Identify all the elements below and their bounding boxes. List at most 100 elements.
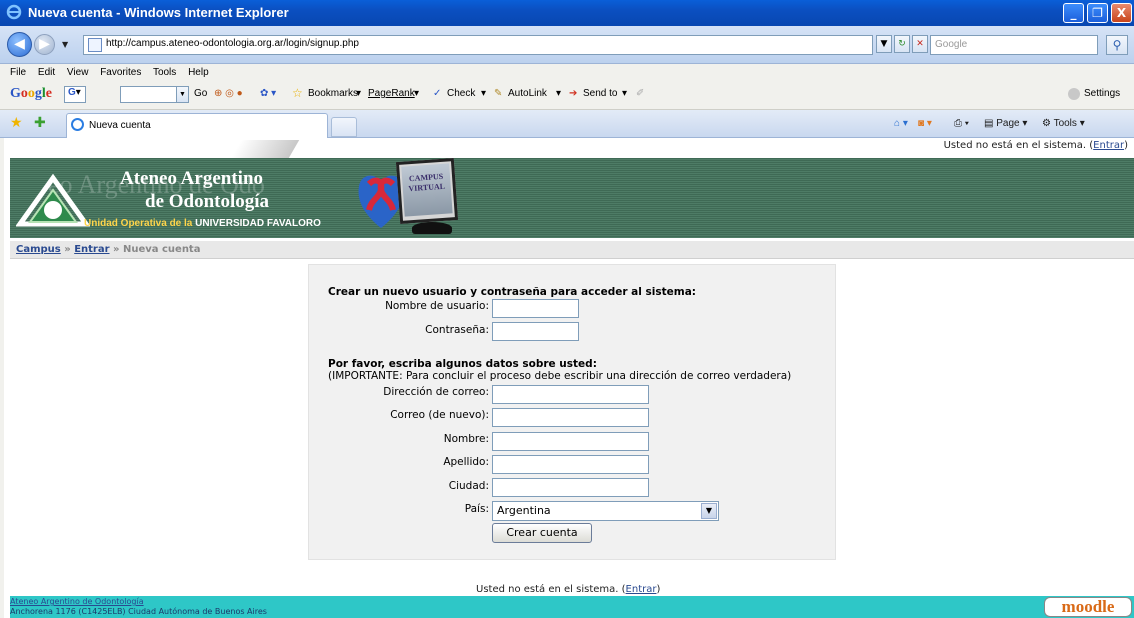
- menu-view[interactable]: View: [67, 67, 89, 78]
- password-label: Contraseña:: [425, 324, 489, 336]
- footer-org-link[interactable]: Ateneo Argentino de Odontología: [10, 597, 144, 606]
- address-field[interactable]: http://campus.ateneo-odontologia.org.ar/…: [83, 35, 873, 55]
- site-banner: eo Argentino de Odo Ateneo Argentino de …: [10, 158, 1134, 238]
- page-menu-label: Page: [996, 118, 1020, 129]
- username-label: Nombre de usuario:: [385, 300, 489, 312]
- lastname-label: Apellido:: [443, 456, 489, 468]
- login-status-text: Usted no está en el sistema.: [943, 140, 1087, 151]
- breadcrumb-current: Nueva cuenta: [122, 244, 201, 255]
- firstname-input[interactable]: [492, 432, 649, 451]
- page-viewport: Usted no está en el sistema. (Entrar) eo…: [0, 138, 1134, 618]
- search-icon[interactable]: ⚲: [1106, 35, 1128, 55]
- login-link[interactable]: Entrar: [1093, 140, 1124, 151]
- paperclip-icon: ✐: [636, 88, 645, 99]
- forward-button[interactable]: ▶: [34, 34, 55, 55]
- check-dropdown-icon[interactable]: ▾: [481, 88, 486, 99]
- campus-label-2: VIRTUAL: [408, 181, 446, 194]
- create-account-button[interactable]: Crear cuenta: [492, 523, 592, 543]
- email-confirm-input[interactable]: [492, 408, 649, 427]
- autolink-dropdown-icon[interactable]: ▾: [556, 88, 561, 99]
- city-input[interactable]: [492, 478, 649, 497]
- back-button[interactable]: ◀: [7, 32, 32, 57]
- banner-university: UNIVERSIDAD FAVALORO: [195, 218, 321, 229]
- bookmarks-menu[interactable]: Bookmarks: [308, 88, 358, 99]
- new-tab-button[interactable]: [331, 117, 357, 137]
- refresh-icon[interactable]: ↻: [894, 35, 910, 53]
- menu-tools[interactable]: Tools: [153, 67, 176, 78]
- ateneo-logo-icon: [16, 174, 90, 227]
- add-favorite-icon[interactable]: ✚: [34, 115, 46, 131]
- lastname-input[interactable]: [492, 455, 649, 474]
- close-button[interactable]: X: [1111, 3, 1132, 23]
- address-url: http://campus.ateneo-odontologia.org.ar/…: [106, 38, 359, 49]
- banner-title-line2: de Odontología: [145, 191, 270, 212]
- send-to-icon: ➔: [569, 88, 578, 99]
- banner-unit-line: Unidad Operativa de la UNIVERSIDAD FAVAL…: [84, 218, 321, 229]
- footer-login-link[interactable]: Entrar: [626, 584, 657, 595]
- check-button[interactable]: Check: [447, 88, 475, 99]
- settings-button[interactable]: Settings: [1084, 88, 1120, 99]
- tools-menu[interactable]: ⚙ Tools ▾: [1042, 118, 1085, 129]
- campus-virtual-label: CAMPUS VIRTUAL: [401, 163, 453, 217]
- menu-favorites[interactable]: Favorites: [100, 67, 141, 78]
- google-go-button[interactable]: Go: [194, 88, 207, 99]
- breadcrumb-campus[interactable]: Campus: [16, 244, 61, 255]
- country-selected-value: Argentina: [497, 504, 551, 517]
- google-apps-icon[interactable]: ✿ ▾: [260, 88, 276, 99]
- internet-explorer-icon: [6, 4, 22, 20]
- send-to-button[interactable]: Send to: [583, 88, 617, 99]
- country-label: País:: [464, 503, 489, 515]
- breadcrumb: Campus » Entrar » Nueva cuenta: [10, 241, 1134, 259]
- pagerank-dropdown-icon[interactable]: ▾: [414, 88, 419, 99]
- moodle-logo[interactable]: moodle: [1044, 597, 1132, 617]
- breadcrumb-entrar[interactable]: Entrar: [74, 244, 109, 255]
- menu-bar: File Edit View Favorites Tools Help: [10, 67, 218, 78]
- monitor-stand: [412, 222, 452, 234]
- search-placeholder: Google: [935, 39, 968, 50]
- autolink-icon: ✎: [494, 88, 503, 99]
- menu-help[interactable]: Help: [188, 67, 209, 78]
- search-field[interactable]: Google: [930, 35, 1098, 55]
- tools-menu-label: Tools: [1053, 118, 1077, 129]
- tab-bar: ★ ✚ Nueva cuenta ⌂ ▾ ◙ ▾ ⎙ ▾ ▤ Page ▾ ⚙ …: [0, 110, 1134, 138]
- address-dropdown-icon[interactable]: ▼: [876, 35, 892, 53]
- home-icon[interactable]: ⌂ ▾: [894, 118, 908, 129]
- country-select[interactable]: Argentina ▼: [492, 501, 719, 521]
- page-icon: [88, 38, 102, 52]
- breadcrumb-sep-2: »: [113, 244, 120, 255]
- bookmarks-dropdown-icon[interactable]: ▾: [356, 88, 361, 99]
- email-input[interactable]: [492, 385, 649, 404]
- feeds-icon[interactable]: ◙ ▾: [918, 118, 932, 129]
- email-confirm-label: Correo (de nuevo):: [390, 409, 489, 421]
- tab-nueva-cuenta[interactable]: Nueva cuenta: [66, 113, 328, 138]
- password-input[interactable]: [492, 322, 579, 341]
- send-to-dropdown-icon[interactable]: ▾: [622, 88, 627, 99]
- username-input[interactable]: [492, 299, 579, 318]
- print-icon[interactable]: ⎙ ▾: [954, 118, 969, 129]
- window-title: Nueva cuenta - Windows Internet Explorer: [28, 5, 289, 20]
- menu-and-google-toolbar: File Edit View Favorites Tools Help Goog…: [0, 64, 1134, 110]
- stop-icon[interactable]: ✕: [912, 35, 928, 53]
- google-toolbar: Google G▾ ▼ Go ⊕ ◎ ● ✿ ▾ ☆ Bookmarks ▾ P…: [10, 84, 1134, 106]
- city-label: Ciudad:: [448, 480, 489, 492]
- history-dropdown-icon[interactable]: ▼: [62, 40, 68, 49]
- menu-edit[interactable]: Edit: [38, 67, 55, 78]
- google-search-dropdown-icon[interactable]: ▼: [176, 86, 189, 103]
- autolink-button[interactable]: AutoLink: [508, 88, 547, 99]
- tab-label: Nueva cuenta: [89, 120, 151, 131]
- favorites-center-icon[interactable]: ★: [10, 115, 23, 131]
- page-menu[interactable]: ▤ Page ▾: [984, 118, 1027, 129]
- minimize-button[interactable]: _: [1063, 3, 1084, 23]
- chevron-down-icon[interactable]: ▼: [701, 503, 717, 519]
- restore-button[interactable]: ❐: [1087, 3, 1108, 23]
- pagerank-indicator[interactable]: PageRank: [368, 88, 415, 99]
- toolbar-buttons-icon[interactable]: ⊕ ◎ ●: [214, 88, 243, 99]
- menu-file[interactable]: File: [10, 67, 26, 78]
- banner-title-line1: Ateneo Argentino: [120, 168, 264, 189]
- google-logo[interactable]: Google: [10, 86, 52, 102]
- form-heading-details: Por favor, escriba algunos datos sobre u…: [328, 358, 597, 370]
- google-search-input[interactable]: [120, 86, 178, 103]
- spellcheck-icon: ✓: [433, 88, 442, 99]
- google-menu-button[interactable]: G▾: [64, 86, 86, 103]
- campus-virtual-monitor: CAMPUS VIRTUAL: [395, 158, 459, 224]
